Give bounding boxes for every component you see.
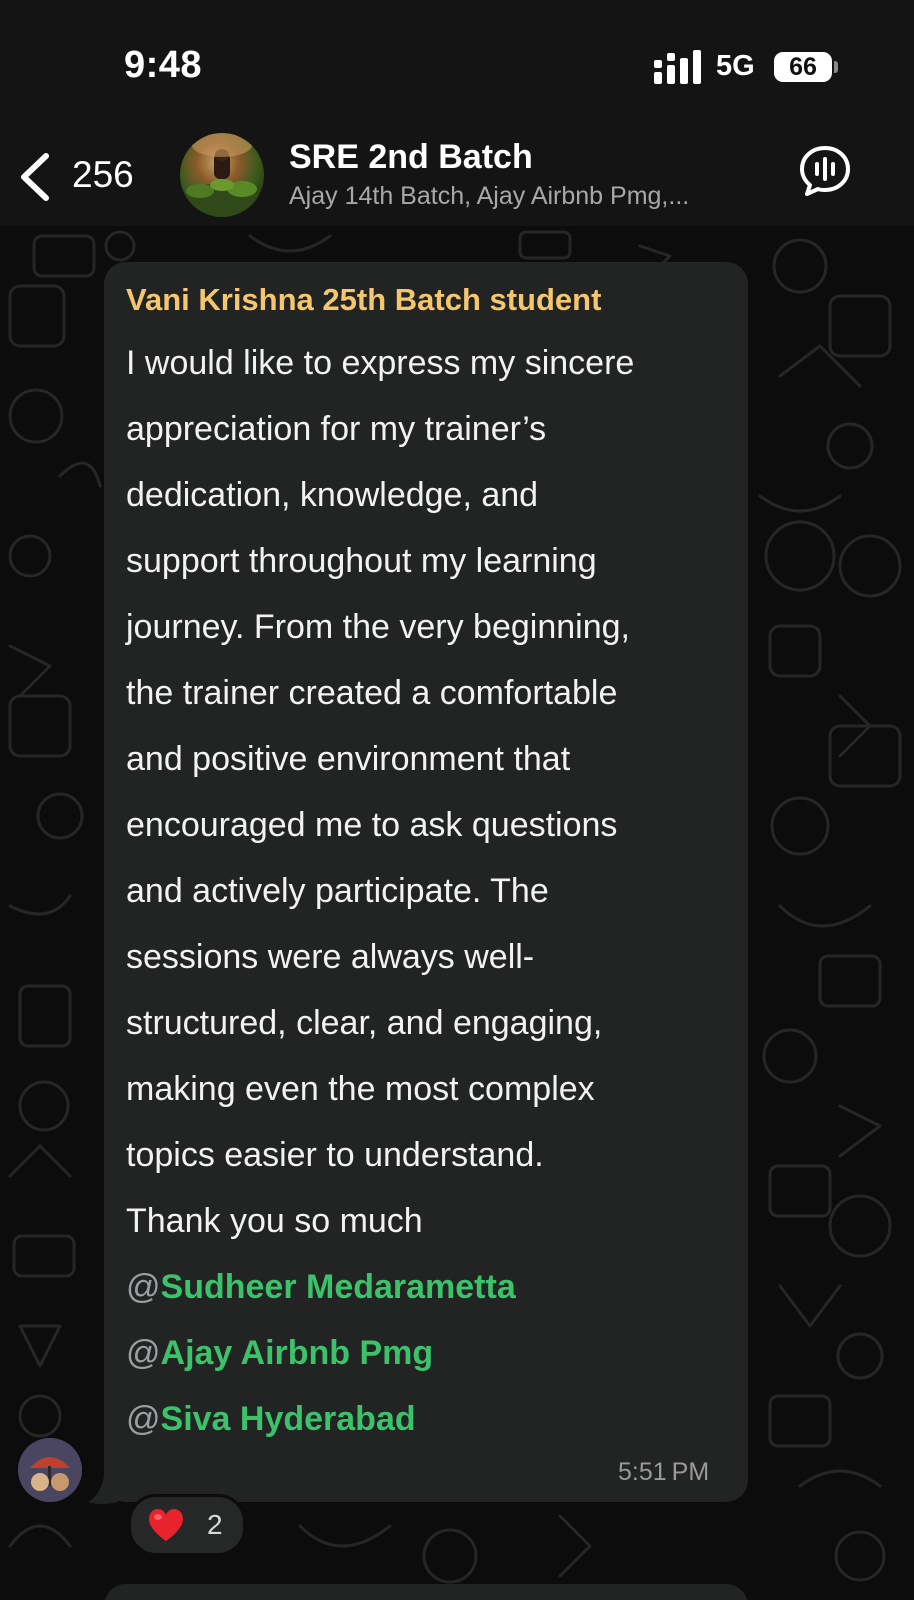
mention-link[interactable]: @Sudheer Medarametta: [126, 1268, 516, 1307]
chat-header: 256 SRE 2nd Batch Ajay 14th Batch, Ajay …: [0, 130, 914, 226]
group-avatar[interactable]: [180, 133, 264, 217]
mention-prefix: @: [126, 1334, 161, 1372]
message-text-line: I would like to express my sincere: [126, 344, 635, 382]
message-text-line: appreciation for my trainer’s: [126, 410, 547, 448]
status-time: 9:48: [124, 44, 203, 86]
reaction-pill[interactable]: 2: [128, 1494, 246, 1556]
chevron-left-icon[interactable]: [18, 152, 52, 202]
mention-name[interactable]: Siva Hyderabad: [161, 1400, 416, 1438]
message-text-line: dedication, knowledge, and: [126, 476, 539, 514]
message-text-line: the trainer created a comfortable: [126, 674, 618, 712]
battery-level: 66: [789, 52, 817, 81]
mention-link[interactable]: @Ajay Airbnb Pmg: [126, 1334, 433, 1373]
message-timestamp: 5:51 PM: [618, 1458, 710, 1486]
reaction-count: 2: [207, 1509, 223, 1540]
message-text-line: structured, clear, and engaging,: [126, 1004, 603, 1042]
network-type: 5G: [716, 50, 755, 82]
group-avatar-image: [182, 133, 262, 217]
sender-avatar-image: [18, 1438, 82, 1502]
status-bar: 9:48 5G 66: [0, 0, 914, 130]
red-heart-emoji-icon: [149, 1509, 183, 1541]
mention-link[interactable]: @Siva Hyderabad: [126, 1400, 416, 1439]
voice-chat-icon[interactable]: [798, 144, 852, 198]
mention-prefix: @: [126, 1400, 161, 1438]
message-text-line: sessions were always well-: [126, 938, 535, 976]
message-text-line: and actively participate. The: [126, 872, 549, 910]
group-members-subtitle[interactable]: Ajay 14th Batch, Ajay Airbnb Pmg,...: [289, 182, 689, 211]
message-text-line: support throughout my learning: [126, 542, 597, 580]
message-bubble[interactable]: Vani Krishna 25th Batch student I would …: [104, 262, 748, 1502]
message-text-line: making even the most complex: [126, 1070, 595, 1108]
chat-area[interactable]: Vani Krishna 25th Batch student I would …: [0, 226, 914, 1600]
sender-name[interactable]: Vani Krishna 25th Batch student: [126, 282, 601, 318]
battery-tip: [834, 61, 838, 73]
message-text-line: topics easier to understand.: [126, 1136, 544, 1174]
message-text-line: Thank you so much: [126, 1202, 423, 1240]
sender-avatar[interactable]: [18, 1438, 82, 1502]
message-text-line: journey. From the very beginning,: [126, 608, 630, 646]
group-title[interactable]: SRE 2nd Batch: [289, 138, 533, 177]
back-unread-count[interactable]: 256: [72, 154, 134, 196]
mention-name[interactable]: Sudheer Medarametta: [161, 1268, 516, 1306]
message-text-line: encouraged me to ask questions: [126, 806, 618, 844]
mention-name[interactable]: Ajay Airbnb Pmg: [161, 1334, 434, 1372]
next-message-bubble[interactable]: [104, 1584, 748, 1600]
signal-strength-icon: [654, 50, 701, 84]
battery-indicator: 66: [774, 52, 832, 82]
bubble-tail: [88, 1476, 118, 1504]
message-text-line: and positive environment that: [126, 740, 571, 778]
mention-prefix: @: [126, 1268, 161, 1306]
